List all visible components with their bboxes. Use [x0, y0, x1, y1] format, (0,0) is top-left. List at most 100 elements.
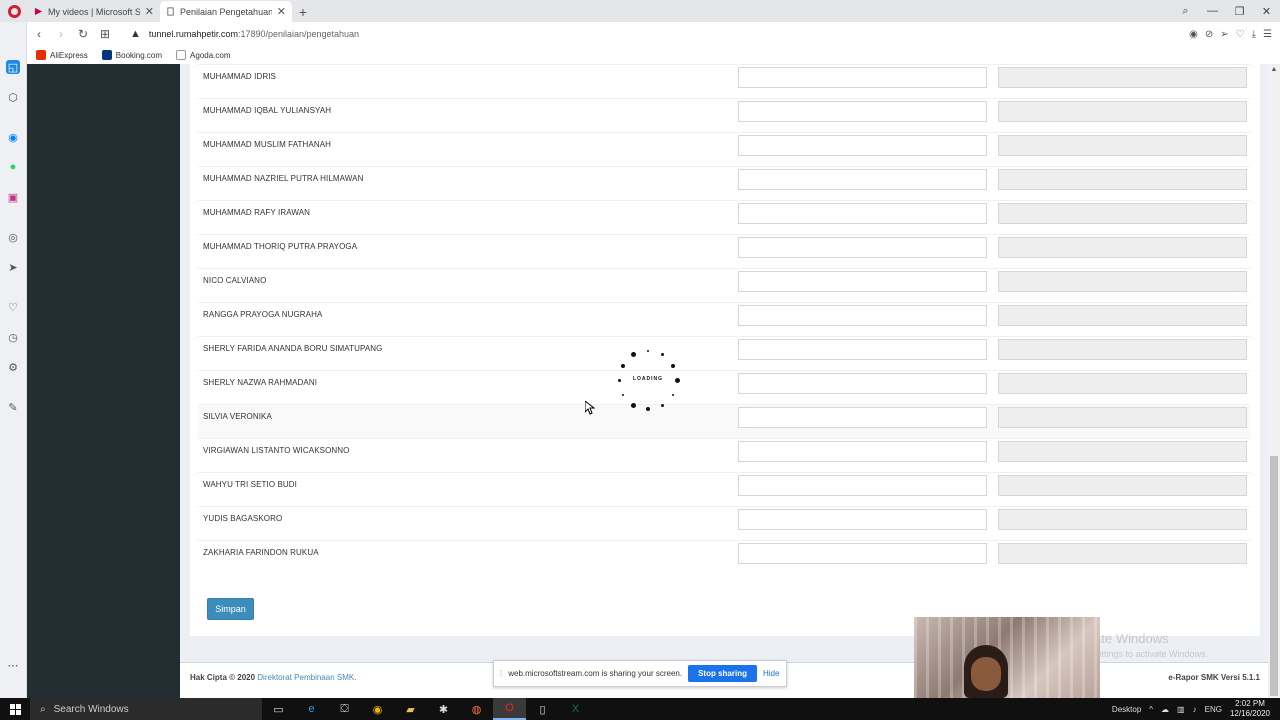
- bookmark-agoda[interactable]: Agoda.com: [176, 50, 231, 60]
- close-tab-icon[interactable]: ✕: [145, 5, 154, 18]
- restore-icon[interactable]: ❐: [1226, 5, 1253, 18]
- grade-input[interactable]: [738, 339, 987, 360]
- scroll-up-icon[interactable]: ▲: [1268, 66, 1280, 73]
- download-icon[interactable]: ⤓: [1252, 29, 1256, 40]
- edge-icon[interactable]: e: [295, 698, 328, 720]
- student-name: SILVIA VERONIKA: [203, 412, 272, 421]
- search-tabs-icon[interactable]: ⌕: [1172, 5, 1199, 18]
- url-host: tunnel.rumahpetir.com: [148, 29, 238, 39]
- url-field[interactable]: tunnel.rumahpetir.com:17890/penilaian/pe…: [149, 29, 359, 39]
- grade-input[interactable]: [738, 509, 987, 530]
- student-row: MUHAMMAD IQBAL YULIANSYAH: [198, 98, 1250, 132]
- adblock-icon[interactable]: ⊘: [1205, 29, 1213, 40]
- chevron-up-icon[interactable]: ^: [1149, 705, 1153, 714]
- grade-input[interactable]: [738, 441, 987, 462]
- predicate-field: [998, 339, 1247, 360]
- save-button[interactable]: Simpan: [207, 598, 254, 620]
- history-icon[interactable]: ◷: [6, 330, 20, 344]
- main-content: MUHAMMAD IDRIS MUHAMMAD IQBAL YULIANSYAH M…: [180, 64, 1268, 698]
- send-icon[interactable]: ➢: [1220, 29, 1228, 40]
- minimize-icon[interactable]: —: [1199, 5, 1226, 17]
- page-scrollbar[interactable]: ▲: [1268, 64, 1280, 698]
- drag-handle-icon[interactable]: ⁞: [500, 669, 502, 678]
- grade-input[interactable]: [738, 101, 987, 122]
- settings-icon[interactable]: ⚙: [6, 360, 20, 374]
- forward-icon[interactable]: ›: [50, 27, 72, 41]
- cube-icon[interactable]: ⬡: [6, 90, 20, 104]
- grade-input[interactable]: [738, 203, 987, 224]
- grade-input[interactable]: [738, 237, 987, 258]
- scroll-thumb[interactable]: [1270, 456, 1278, 696]
- notepad-icon[interactable]: ▯: [526, 698, 559, 720]
- firefox-icon[interactable]: ◍: [460, 698, 493, 720]
- grade-input[interactable]: [738, 305, 987, 326]
- instagram-icon[interactable]: ▣: [6, 190, 20, 204]
- network-icon[interactable]: ▥: [1177, 705, 1185, 714]
- more-icon[interactable]: ⋯: [6, 658, 20, 672]
- close-tab-icon[interactable]: ✕: [277, 5, 286, 18]
- grade-input[interactable]: [738, 543, 987, 564]
- grade-input[interactable]: [738, 271, 987, 292]
- tab-penilaian[interactable]: Penilaian Pengetahuan | e-r ✕: [160, 1, 292, 22]
- bookmark-aliexpress[interactable]: AliExpress: [36, 50, 88, 60]
- page-favicon-icon: [167, 7, 174, 16]
- grade-input[interactable]: [738, 407, 987, 428]
- start-button[interactable]: [0, 698, 30, 720]
- close-window-icon[interactable]: ✕: [1253, 5, 1280, 18]
- grade-input[interactable]: [738, 169, 987, 190]
- easy-setup-icon[interactable]: ☰: [1263, 29, 1272, 40]
- messenger-icon[interactable]: ◉: [6, 130, 20, 144]
- chrome-icon[interactable]: ◉: [361, 698, 394, 720]
- tab-my-videos[interactable]: My videos | Microsoft Strea ✕: [28, 1, 160, 22]
- clock[interactable]: 2:02 PM 12/16/2020: [1230, 699, 1270, 719]
- grade-input[interactable]: [738, 373, 987, 394]
- spinner-dot: [617, 378, 621, 382]
- task-view-icon[interactable]: ▭: [262, 698, 295, 720]
- student-row: NICO CALVIANO: [198, 268, 1250, 302]
- store-icon[interactable]: ⛋: [328, 698, 361, 720]
- predicate-field: [998, 237, 1247, 258]
- opera-icon[interactable]: O: [493, 698, 526, 720]
- student-row: MUHAMMAD THORIQ PUTRA PRAYOGA: [198, 234, 1250, 268]
- predicate-field: [998, 101, 1247, 122]
- app-icon[interactable]: ✱: [427, 698, 460, 720]
- grade-input[interactable]: [738, 67, 987, 88]
- taskbar-search[interactable]: ⌕ Search Windows: [30, 698, 262, 720]
- stop-sharing-button[interactable]: Stop sharing: [688, 665, 757, 682]
- volume-icon[interactable]: ♪: [1193, 705, 1197, 714]
- student-row: VIRGIAWAN LISTANTO WICAKSONNO: [198, 438, 1250, 472]
- excel-icon[interactable]: X: [559, 698, 592, 720]
- file-explorer-icon[interactable]: ▰: [394, 698, 427, 720]
- new-tab-button[interactable]: +: [292, 1, 314, 22]
- back-icon[interactable]: ‹: [28, 27, 50, 41]
- reload-icon[interactable]: ↻: [72, 27, 94, 41]
- language-indicator[interactable]: ENG: [1205, 705, 1222, 714]
- loading-text: LOADING: [632, 376, 664, 382]
- stream-favicon-icon: [34, 7, 43, 16]
- copyright-link[interactable]: Direktorat Pembinaan SMK: [257, 673, 354, 682]
- student-row: MUHAMMAD IDRIS: [198, 64, 1250, 98]
- snapshot-icon[interactable]: ◉: [1189, 29, 1198, 40]
- student-row: SHERLY NAZWA RAHMADANI: [198, 370, 1250, 404]
- grade-input[interactable]: [738, 135, 987, 156]
- onedrive-icon[interactable]: ☁: [1161, 705, 1169, 714]
- webcam-overlay: [914, 617, 1100, 698]
- player-icon[interactable]: ◎: [6, 230, 20, 244]
- desktop-label[interactable]: Desktop: [1112, 705, 1141, 714]
- not-secure-warning-icon[interactable]: ▲: [130, 28, 141, 40]
- app-sidebar: [27, 64, 180, 698]
- hide-button[interactable]: Hide: [763, 669, 779, 678]
- bookmark-booking[interactable]: Booking.com: [101, 50, 162, 60]
- student-name: MUHAMMAD MUSLIM FATHANAH: [203, 140, 332, 149]
- whatsapp-icon[interactable]: ●: [6, 160, 20, 174]
- heart-icon[interactable]: ♡: [6, 300, 20, 314]
- grade-input[interactable]: [738, 475, 987, 496]
- home-icon[interactable]: ◱: [6, 60, 20, 74]
- student-name: YUDIS BAGASKORO: [203, 514, 283, 523]
- heart-icon[interactable]: ♡: [1236, 29, 1245, 40]
- predicate-field: [998, 67, 1247, 88]
- tabs-grid-icon[interactable]: ⊞: [94, 27, 116, 41]
- send-icon[interactable]: ➤: [6, 260, 20, 274]
- bulb-icon[interactable]: ✎: [6, 400, 20, 414]
- opera-menu-icon[interactable]: [0, 0, 28, 22]
